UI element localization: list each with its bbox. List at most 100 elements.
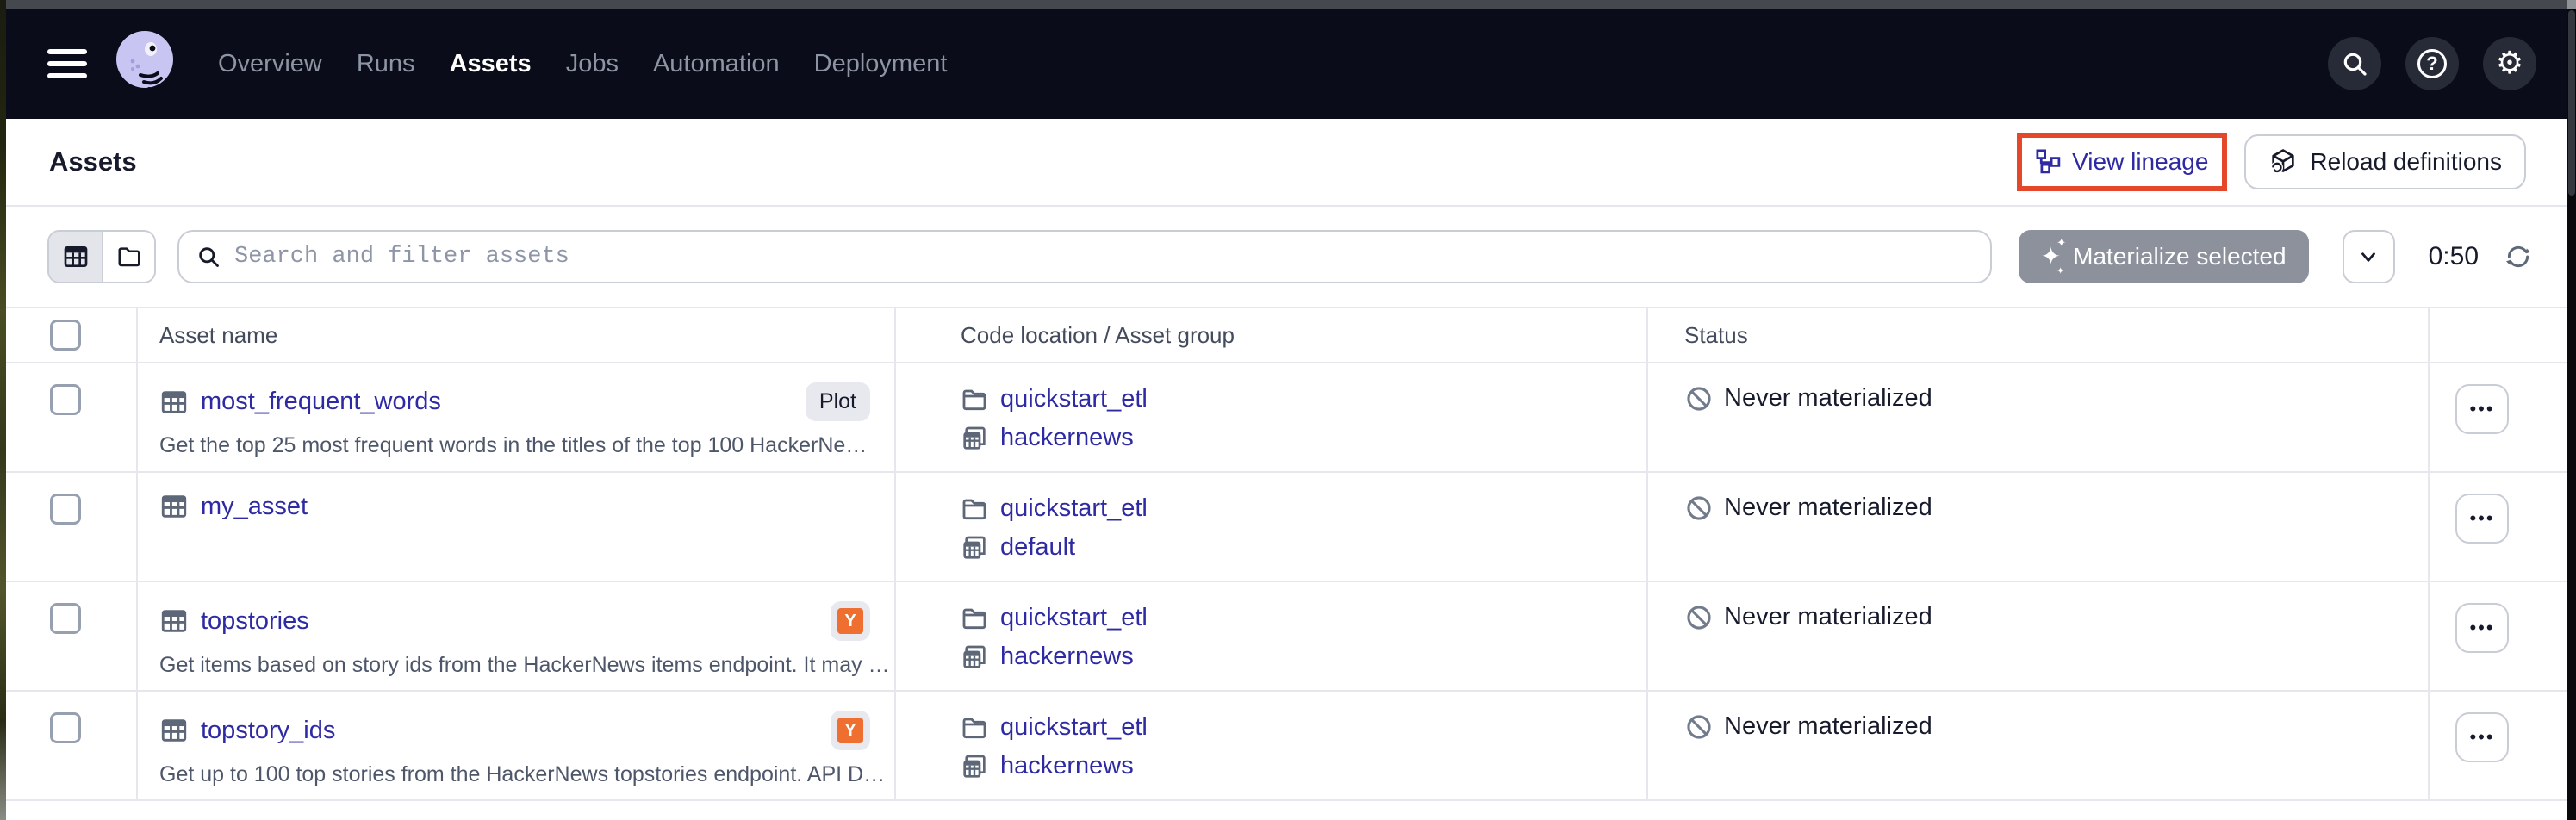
reload-definitions-label: Reload definitions xyxy=(2310,148,2502,176)
asset-description: Get items based on story ids from the Ha… xyxy=(159,653,894,678)
page-title: Assets xyxy=(49,146,137,177)
view-lineage-button[interactable]: View lineage xyxy=(2017,133,2227,191)
never-materialized-icon xyxy=(1684,603,1714,632)
materialize-selected-button[interactable]: ✦✦✦ Materialize selected xyxy=(2019,230,2309,283)
view-toggle xyxy=(47,230,156,283)
page-scrollbar[interactable] xyxy=(2567,9,2576,820)
status-text: Never materialized xyxy=(1724,494,1932,522)
code-location-link[interactable]: quickstart_etl xyxy=(1000,385,1148,413)
table-row: topstories Y Get items based on story id… xyxy=(6,582,2567,692)
search-input[interactable] xyxy=(177,230,1992,283)
never-materialized-icon xyxy=(1684,494,1714,523)
asset-group-link[interactable]: hackernews xyxy=(1000,643,1134,671)
asset-name-link[interactable]: topstory_ids xyxy=(201,717,335,745)
refresh-countdown: 0:50 xyxy=(2429,242,2479,271)
materialize-selected-label: Materialize selected xyxy=(2073,243,2286,270)
materialize-dropdown-button[interactable] xyxy=(2343,230,2395,283)
asset-table-icon xyxy=(159,388,189,417)
page-header: Assets View lineage xyxy=(6,119,2567,207)
status-text: Never materialized xyxy=(1724,712,1932,741)
reload-cube-icon xyxy=(2268,147,2298,177)
row-checkbox[interactable] xyxy=(50,712,81,743)
asset-description: Get the top 25 most frequent words in th… xyxy=(159,433,894,458)
row-checkbox[interactable] xyxy=(50,384,81,415)
nav-item-deployment[interactable]: Deployment xyxy=(814,50,948,78)
screen: Overview Runs Assets Jobs Automation Dep… xyxy=(0,0,2576,820)
sparkle-icon: ✦✦✦ xyxy=(2041,245,2061,269)
lineage-graph-icon xyxy=(2036,149,2062,175)
table-view-toggle[interactable] xyxy=(49,232,102,282)
compute-kind-badge: Plot xyxy=(806,382,870,421)
asset-name-link[interactable]: topstories xyxy=(201,607,309,636)
asset-name-link[interactable]: my_asset xyxy=(201,493,308,521)
folder-view-toggle[interactable] xyxy=(102,232,154,282)
search-icon[interactable] xyxy=(2328,37,2381,90)
scrollbar-cap xyxy=(2567,0,2576,9)
nav-item-jobs[interactable]: Jobs xyxy=(566,50,619,78)
asset-group-icon xyxy=(961,534,988,562)
table-header-row: Asset name Code location / Asset group S… xyxy=(6,308,2567,363)
top-nav: Overview Runs Assets Jobs Automation Dep… xyxy=(6,9,2567,119)
never-materialized-icon xyxy=(1684,384,1714,413)
asset-group-icon xyxy=(961,425,988,452)
row-menu-button[interactable]: ••• xyxy=(2455,603,2509,653)
help-icon[interactable]: ? xyxy=(2405,37,2459,90)
code-location-link[interactable]: quickstart_etl xyxy=(1000,494,1148,523)
row-menu-button[interactable]: ••• xyxy=(2455,384,2509,434)
asset-group-link[interactable]: default xyxy=(1000,533,1075,562)
status-text: Never materialized xyxy=(1724,384,1932,413)
folder-icon xyxy=(961,714,988,742)
table-row: my_asset quickstart_etl xyxy=(6,473,2567,582)
status-text: Never materialized xyxy=(1724,603,1932,631)
table-row: topstory_ids Y Get up to 100 top stories… xyxy=(6,692,2567,801)
nav-item-overview[interactable]: Overview xyxy=(218,50,322,78)
view-lineage-label: View lineage xyxy=(2072,148,2208,176)
nav-item-assets[interactable]: Assets xyxy=(450,50,532,78)
nav-icon-buttons: ? ⚙ xyxy=(2328,37,2536,90)
desktop-wallpaper-edge xyxy=(0,0,6,820)
select-all-checkbox[interactable] xyxy=(50,320,81,351)
nav-item-runs[interactable]: Runs xyxy=(357,50,415,78)
code-location-link[interactable]: quickstart_etl xyxy=(1000,604,1148,632)
code-location-link[interactable]: quickstart_etl xyxy=(1000,713,1148,742)
asset-name-link[interactable]: most_frequent_words xyxy=(201,388,441,416)
row-menu-button[interactable]: ••• xyxy=(2455,712,2509,762)
asset-group-icon xyxy=(961,643,988,671)
chevron-down-icon xyxy=(2357,245,2380,268)
folder-icon xyxy=(961,605,988,632)
folder-icon xyxy=(961,495,988,523)
hackernews-kind-badge: Y xyxy=(831,711,870,750)
column-header-code-location: Code location / Asset group xyxy=(961,322,1235,349)
reload-definitions-button[interactable]: Reload definitions xyxy=(2244,134,2526,189)
folder-icon xyxy=(961,386,988,413)
menu-hamburger-icon[interactable] xyxy=(47,49,87,78)
nav-item-automation[interactable]: Automation xyxy=(653,50,780,78)
asset-description: Get up to 100 top stories from the Hacke… xyxy=(159,762,894,787)
asset-table-icon xyxy=(159,606,189,636)
window-top-strip xyxy=(0,0,2576,9)
row-checkbox[interactable] xyxy=(50,494,81,525)
hackernews-kind-badge: Y xyxy=(831,601,870,641)
search-wrap xyxy=(177,230,1992,283)
row-menu-button[interactable]: ••• xyxy=(2455,494,2509,544)
asset-table-icon xyxy=(159,716,189,745)
column-header-asset-name: Asset name xyxy=(159,322,277,349)
dagster-logo[interactable] xyxy=(109,27,184,101)
dagster-app: Overview Runs Assets Jobs Automation Dep… xyxy=(6,9,2567,820)
assets-toolbar: ✦✦✦ Materialize selected 0:50 xyxy=(6,207,2567,307)
row-checkbox[interactable] xyxy=(50,603,81,634)
asset-group-icon xyxy=(961,753,988,780)
settings-gear-icon[interactable]: ⚙ xyxy=(2483,37,2536,90)
asset-table-icon xyxy=(159,492,189,521)
table-row: most_frequent_words Plot Get the top 25 … xyxy=(6,363,2567,473)
assets-table: Asset name Code location / Asset group S… xyxy=(6,307,2567,801)
refresh-icon[interactable] xyxy=(2504,242,2533,271)
asset-group-link[interactable]: hackernews xyxy=(1000,752,1134,780)
nav-links: Overview Runs Assets Jobs Automation Dep… xyxy=(218,50,947,78)
never-materialized-icon xyxy=(1684,712,1714,742)
asset-group-link[interactable]: hackernews xyxy=(1000,424,1134,452)
column-header-status: Status xyxy=(1684,322,1748,349)
search-magnifier-icon xyxy=(196,245,221,269)
scrollbar-thumb[interactable] xyxy=(2568,10,2575,196)
asset-rows: most_frequent_words Plot Get the top 25 … xyxy=(6,363,2567,801)
